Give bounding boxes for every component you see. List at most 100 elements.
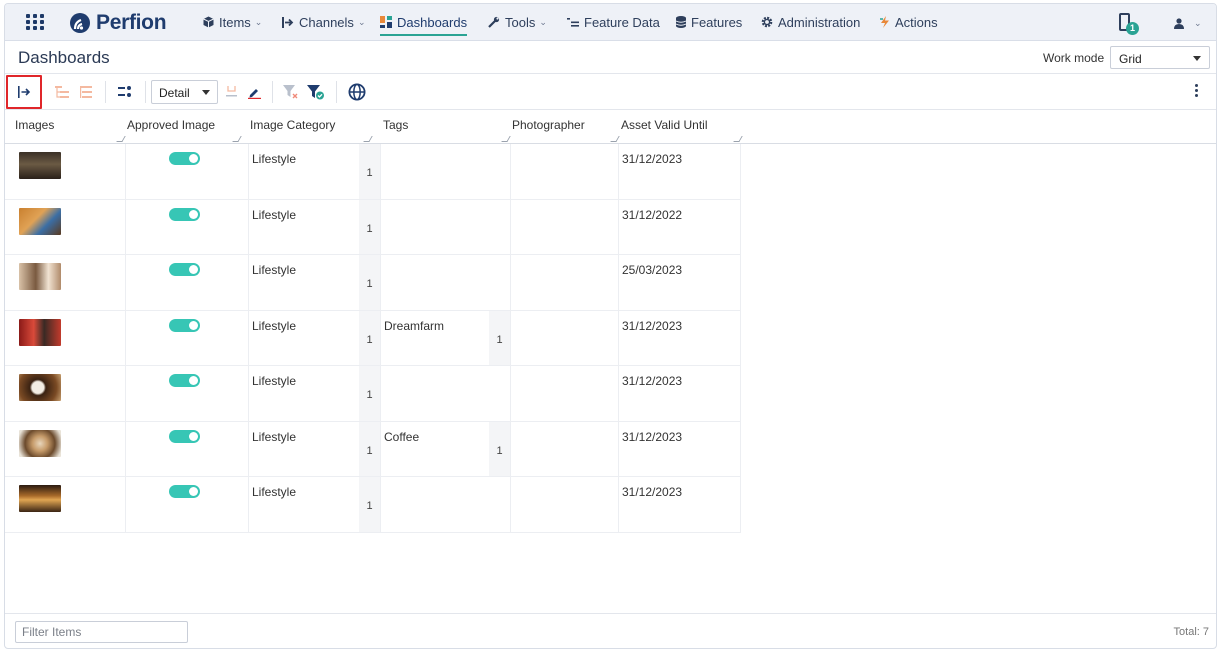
cell-image-category: Lifestyle 1 xyxy=(249,477,381,532)
column-header-image-category[interactable]: Image Category xyxy=(242,110,373,144)
category-value: Lifestyle xyxy=(252,374,297,388)
valid-until-value: 31/12/2023 xyxy=(622,318,683,333)
column-header-approved-image[interactable]: Approved Image xyxy=(119,110,242,144)
grid-header: Images Approved Image Image Category Tag… xyxy=(5,110,1216,144)
more-options-icon[interactable] xyxy=(1193,84,1199,100)
cube-icon xyxy=(203,16,214,28)
list-view-button[interactable] xyxy=(77,80,95,104)
approved-toggle[interactable] xyxy=(169,152,200,165)
column-resize-handle[interactable] xyxy=(363,136,373,142)
category-count: 1 xyxy=(359,421,380,476)
table-row[interactable]: Lifestyle 1 31/12/2023 xyxy=(5,477,741,533)
nav-actions[interactable]: Actions xyxy=(880,4,938,40)
edit-button[interactable] xyxy=(245,80,263,104)
cell-approved xyxy=(126,421,249,476)
app-window: Perfion Items ⌄ Channels ⌄ Dashboards To… xyxy=(4,3,1217,649)
approved-toggle[interactable] xyxy=(169,318,200,332)
perfion-logo[interactable]: Perfion xyxy=(69,11,167,35)
nav-tools[interactable]: Tools ⌄ xyxy=(488,4,547,40)
column-header-photographer[interactable]: Photographer xyxy=(504,110,620,144)
category-count: 1 xyxy=(359,477,380,532)
total-count: Total: 7 xyxy=(1173,626,1209,638)
nav-dashboards[interactable]: Dashboards xyxy=(380,4,468,40)
perfion-logo-icon xyxy=(70,13,90,33)
notifications-button[interactable]: 1 xyxy=(1117,11,1141,37)
table-row[interactable]: Lifestyle 1 31/12/2023 xyxy=(5,144,741,200)
active-tab-underline xyxy=(380,34,468,36)
page-title: Dashboards xyxy=(18,48,110,67)
image-thumbnail[interactable] xyxy=(19,152,61,179)
approved-toggle[interactable] xyxy=(169,485,200,498)
apply-filter-button[interactable] xyxy=(305,80,327,104)
table-row[interactable]: Lifestyle 1 25/03/2023 xyxy=(5,255,741,311)
category-count: 1 xyxy=(359,310,380,365)
nav-feature-data[interactable]: Feature Data xyxy=(567,4,660,40)
filter-clear-icon xyxy=(283,85,298,99)
column-header-asset-valid-until[interactable]: Asset Valid Until xyxy=(613,110,743,144)
nav-features[interactable]: Features xyxy=(676,4,742,40)
valid-until-value: 31/12/2022 xyxy=(622,207,683,222)
valid-until-value: 31/12/2023 xyxy=(622,374,683,388)
cell-image xyxy=(5,310,126,365)
image-thumbnail[interactable] xyxy=(19,207,61,235)
count-value: 1 xyxy=(496,444,503,457)
wrench-icon xyxy=(488,16,500,28)
image-thumbnail[interactable] xyxy=(19,485,61,512)
approved-toggle[interactable] xyxy=(169,207,200,221)
cell-asset-valid-until: 31/12/2023 xyxy=(619,144,741,199)
cell-tags xyxy=(381,144,511,199)
column-header-images[interactable]: Images xyxy=(7,110,126,144)
category-count: 1 xyxy=(359,199,380,254)
nav-items[interactable]: Items ⌄ xyxy=(203,4,262,40)
cell-image-category: Lifestyle 1 xyxy=(249,144,381,199)
count-value: 1 xyxy=(366,222,373,235)
save-button[interactable] xyxy=(223,80,239,104)
tree-view-button[interactable] xyxy=(53,80,71,104)
column-header-label: Photographer xyxy=(512,118,585,132)
image-thumbnail[interactable] xyxy=(19,429,61,457)
table-row[interactable]: Lifestyle 1 Dreamfarm 1 31/12/2023 xyxy=(5,310,741,366)
cell-photographer xyxy=(511,310,619,365)
work-mode-select[interactable]: Grid xyxy=(1110,46,1210,69)
count-value: 1 xyxy=(366,389,373,401)
image-thumbnail[interactable] xyxy=(19,318,61,346)
app-launcher-icon[interactable] xyxy=(25,13,45,31)
column-header-tags[interactable]: Tags xyxy=(375,110,511,144)
dashboard-icon xyxy=(380,16,392,28)
toolbar-divider xyxy=(145,81,146,103)
user-menu-button[interactable]: ⌄ xyxy=(1173,14,1207,32)
toolbar-divider xyxy=(272,81,273,103)
table-row[interactable]: Lifestyle 1 31/12/2022 xyxy=(5,199,741,255)
language-button[interactable] xyxy=(345,80,369,104)
approved-toggle[interactable] xyxy=(169,374,200,387)
database-icon xyxy=(676,16,686,28)
approved-toggle[interactable] xyxy=(169,263,200,276)
nav-label: Features xyxy=(691,14,743,30)
view-mode-select[interactable]: Detail xyxy=(151,80,218,104)
filter-items-input[interactable] xyxy=(15,621,188,643)
approved-toggle[interactable] xyxy=(169,429,200,443)
list-icon xyxy=(80,86,92,98)
cell-photographer xyxy=(511,255,619,310)
nav-label: Tools xyxy=(505,14,536,30)
column-settings-button[interactable] xyxy=(115,80,135,104)
column-resize-handle[interactable] xyxy=(232,136,242,142)
view-mode-value: Detail xyxy=(159,86,190,100)
cell-asset-valid-until: 31/12/2022 xyxy=(619,199,741,254)
category-value: Lifestyle xyxy=(252,263,297,277)
count-value: 1 xyxy=(366,278,373,290)
clear-filter-button[interactable] xyxy=(281,80,301,104)
image-thumbnail[interactable] xyxy=(19,374,61,401)
nav-administration[interactable]: Administration xyxy=(761,4,860,40)
cell-asset-valid-until: 25/03/2023 xyxy=(619,255,741,310)
valid-until-value: 25/03/2023 xyxy=(622,263,683,277)
table-row[interactable]: Lifestyle 1 Coffee 1 31/12/2023 xyxy=(5,421,741,477)
column-resize-handle[interactable] xyxy=(733,136,743,142)
table-row[interactable]: Lifestyle 1 31/12/2023 xyxy=(5,366,741,422)
cell-photographer xyxy=(511,199,619,254)
expand-panel-button[interactable] xyxy=(13,80,35,104)
image-thumbnail[interactable] xyxy=(19,263,61,290)
column-header-label: Tags xyxy=(383,118,409,132)
nav-channels[interactable]: Channels ⌄ xyxy=(282,4,365,40)
category-value: Lifestyle xyxy=(252,318,297,333)
